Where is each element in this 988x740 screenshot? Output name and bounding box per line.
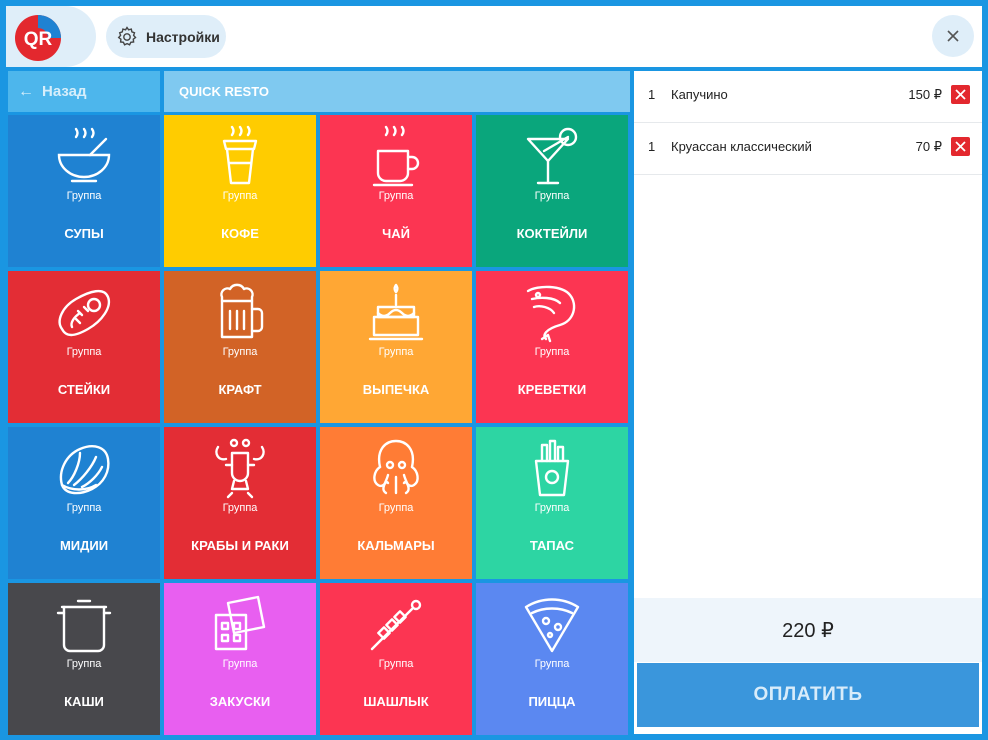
top-bar: QR Настройки [6,6,982,67]
gear-icon [117,25,137,46]
order-panel: 1 Капучино 150 ₽ 1 Круассан классический… [634,71,982,734]
tile-soups[interactable]: Группа СУПЫ [8,115,160,267]
soup-icon [57,127,111,183]
tile-sub: Группа [534,502,570,514]
close-icon [955,141,966,152]
tile-sub: Группа [378,502,414,514]
cake-icon [368,283,424,341]
tile-name: СУПЫ [64,226,104,241]
tile-sub: Группа [222,190,258,202]
tile-sub: Группа [222,658,258,670]
shrimp-icon [526,285,576,343]
cocktail-icon [526,127,578,185]
order-price: 150 ₽ [908,87,942,102]
tile-name: ЗАКУСКИ [209,694,271,709]
back-label: Назад [42,83,87,100]
snacks-icon [214,595,266,651]
order-item-name: Круассан классический [671,139,812,154]
tile-name: ШАШЛЫК [363,694,429,709]
coffee-icon [222,125,258,185]
tile-sub: Группа [534,346,570,358]
tile-name: КОФЕ [221,226,259,241]
close-button[interactable] [932,15,974,57]
tile-mussels[interactable]: Группа МИДИИ [8,427,160,579]
tile-name: КРЕВЕТКИ [517,382,587,397]
tile-coffee[interactable]: Группа КОФЕ [164,115,316,267]
tile-sub: Группа [222,346,258,358]
tile-squid[interactable]: Группа КАЛЬМАРЫ [320,427,472,579]
settings-button[interactable]: Настройки [106,15,226,58]
tile-sub: Группа [534,658,570,670]
category-grid: Группа СУПЫ Группа КОФЕ Группа ЧАЙ Групп… [8,115,630,735]
tile-sub: Группа [378,190,414,202]
tile-name: КАШИ [64,694,104,709]
back-button[interactable]: ← Назад [8,71,160,112]
tile-name: КАЛЬМАРЫ [357,538,435,553]
logo-area: QR [6,6,96,67]
tile-name: СТЕЙКИ [57,382,111,397]
order-row[interactable]: 1 Капучино 150 ₽ [634,71,982,123]
tile-bakery[interactable]: Группа ВЫПЕЧКА [320,271,472,423]
tile-sub: Группа [66,502,102,514]
order-qty: 1 [648,139,656,154]
tile-shrimp[interactable]: Группа КРЕВЕТКИ [476,271,628,423]
tile-sub: Группа [378,346,414,358]
tile-porridge[interactable]: Группа КАШИ [8,583,160,735]
mussel-icon [59,445,110,495]
tile-cocktails[interactable]: Группа КОКТЕЙЛИ [476,115,628,267]
fries-icon [534,439,570,497]
tile-steaks[interactable]: Группа СТЕЙКИ [8,271,160,423]
beer-icon [220,283,264,339]
tile-tea[interactable]: Группа ЧАЙ [320,115,472,267]
tile-name: КРАБЫ И РАКИ [191,538,289,553]
pizza-icon [524,598,580,653]
tile-sub: Группа [222,502,258,514]
tile-tapas[interactable]: Группа ТАПАС [476,427,628,579]
tile-name: ПИЦЦА [528,694,576,709]
skewer-icon [370,599,422,651]
octopus-icon [373,439,419,495]
order-total: 220 ₽ [634,598,982,662]
pot-icon [56,599,112,653]
lobster-icon [215,438,265,499]
tile-sub: Группа [66,658,102,670]
tile-sub: Группа [378,658,414,670]
tea-icon [372,125,420,187]
remove-item-button[interactable] [951,137,970,156]
logo-text: QR [24,29,53,50]
arrow-left-icon: ← [18,82,34,100]
order-price: 70 ₽ [915,139,942,154]
remove-item-button[interactable] [951,85,970,104]
steak-icon [58,289,111,337]
close-icon [955,89,966,100]
tile-snacks[interactable]: Группа ЗАКУСКИ [164,583,316,735]
tile-crabs[interactable]: Группа КРАБЫ И РАКИ [164,427,316,579]
quick-resto-logo: QR [15,15,61,61]
tile-sub: Группа [534,190,570,202]
tile-name: КРАФТ [218,382,262,397]
pay-button[interactable]: ОПЛАТИТЬ [637,663,979,727]
tile-name: МИДИИ [59,538,109,553]
tile-name: ВЫПЕЧКА [362,382,430,397]
order-item-name: Капучино [671,87,728,102]
tile-pizza[interactable]: Группа ПИЦЦА [476,583,628,735]
settings-label: Настройки [146,28,220,45]
tile-name: ТАПАС [529,538,575,553]
tile-craft[interactable]: Группа КРАФТ [164,271,316,423]
order-qty: 1 [648,87,656,102]
close-icon [947,30,959,42]
order-row[interactable]: 1 Круассан классический 70 ₽ [634,123,982,175]
tile-sub: Группа [66,346,102,358]
tile-name: ЧАЙ [382,226,410,241]
breadcrumb: QUICK RESTO [164,71,630,112]
tile-name: КОКТЕЙЛИ [516,226,588,241]
tile-sub: Группа [66,190,102,202]
tile-shashlik[interactable]: Группа ШАШЛЫК [320,583,472,735]
